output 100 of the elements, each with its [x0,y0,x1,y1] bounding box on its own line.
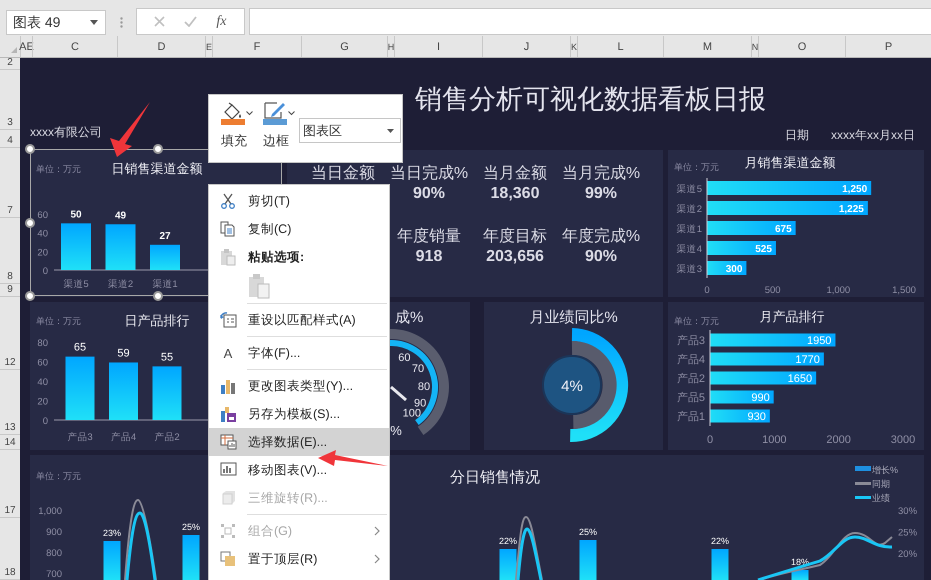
axis-tick-label: 1,000 [826,285,850,296]
formula-input[interactable] [249,8,931,35]
menu-item[interactable]: 剪切(T) [209,187,389,215]
column-header[interactable]: J [482,36,570,57]
category-label: 渠道2 [676,204,702,215]
chart-title: 月销售渠道金额 [744,155,836,170]
category-label: 渠道4 [676,244,702,255]
axis-tick-label: 1,000 [38,506,62,517]
category-label: 产品4 [676,354,705,366]
cancel-icon[interactable] [154,16,166,27]
column-header[interactable]: E [205,36,212,57]
column-header[interactable]: I [394,36,482,57]
copy-icon [220,221,236,237]
unit-label: 单位：万元 [36,164,81,174]
fill-button[interactable]: 填充 [221,101,253,150]
kpi-label: 年度目标 [482,229,548,245]
insert-function-button[interactable]: fx [216,14,226,30]
axis-tick-label: 20% [898,549,918,560]
menu-item[interactable]: 复制(C) [209,215,389,243]
caret-icon [288,110,295,116]
axis-tick-label: 0 [706,434,714,446]
kpi-value: 203,656 [485,248,545,266]
scissors-icon [220,193,236,209]
data-label: 55 [160,351,174,364]
axis-tick-label: 900 [46,527,62,538]
menu-item[interactable]: 置于顶层(R) [209,545,389,573]
menu-item[interactable]: 选择数据(E)... [209,428,389,456]
kpi-label: 年度完成% [560,229,642,245]
more-icon[interactable] [120,17,123,28]
yoy-title: 月业绩同比% [528,308,619,327]
axis-tick-label: 40 [37,377,48,388]
bar [500,549,516,580]
caret-icon [246,110,253,116]
axis-tick-label: 0 [42,266,48,277]
gauge-tick-label: 70 [412,363,424,376]
axis-tick-label: 80 [37,338,48,349]
bar [66,356,94,420]
corner-triangle-icon [11,47,17,53]
bar [707,241,776,255]
axis-tick-label: 1,500 [892,285,916,296]
bar [61,223,91,270]
column-header[interactable]: N [751,36,758,57]
column-header[interactable]: H [387,36,394,57]
category-label: 渠道5 [63,279,89,290]
bar [109,362,138,420]
gauge-tick-label: 80 [418,380,430,393]
name-box[interactable]: 图表 49 [6,10,106,35]
category-label: 产品1 [676,411,705,423]
check-icon[interactable] [184,16,198,27]
legend-label: 业绩 [872,493,890,503]
category-label: 产品3 [67,432,93,443]
data-label: 1,250 [842,184,868,195]
data-label: 300 [726,264,742,275]
column-header[interactable]: K [570,36,577,57]
category-label: 渠道5 [676,184,702,195]
bar [792,570,808,580]
company-name: xxxx有限公司 [30,124,102,141]
axis-tick-label: 2000 [826,434,851,446]
kpi-label: 当月金额 [482,166,548,182]
menu-item[interactable]: 重设以匹配样式(A) [209,306,389,334]
unit-label: 单位：万元 [36,471,81,481]
axis-tick-label: 25% [898,528,918,538]
menu-item[interactable]: A 字体(F)... [209,339,389,367]
axis-tick-label: 0 [704,285,710,296]
date-value: xxxx年xx月xx日 [831,127,915,144]
kpi-value: 918 [414,248,444,266]
column-header[interactable]: D [117,36,205,57]
menu-item[interactable]: 另存为模板(S)... [209,400,389,428]
move-chart-icon [220,462,236,478]
column-header[interactable]: G [301,36,387,57]
category-label: 产品4 [110,432,136,443]
kpi-value: 99% [584,185,618,203]
border-button[interactable]: 边框 [263,101,295,150]
chart-element-dropdown[interactable]: 图表区 [299,118,401,143]
axis-tick-label: 500 [764,285,781,296]
menu-item[interactable]: 更改图表类型(Y)... [209,372,389,400]
column-header[interactable]: L [577,36,663,57]
column-header[interactable]: O [758,36,845,57]
bar [580,540,596,580]
dashboard-title: 销售分析可视化数据看板日报 [415,83,767,116]
column-header[interactable]: C [32,36,117,57]
category-label: 渠道2 [108,279,134,290]
menu-item[interactable]: 移动图表(V)... [209,456,389,484]
column-header[interactable]: F [212,36,301,57]
clipboard-icon [219,248,237,266]
bar-chart-icon [220,378,236,394]
data-label: 22% [499,536,517,546]
category-label: 产品2 [676,373,705,385]
category-label: 产品3 [676,335,705,347]
date-label: 日期 [785,127,809,144]
data-label: 930 [747,411,766,423]
bring-to-front-icon [220,551,236,567]
category-label: 产品2 [154,432,180,443]
data-label: 1950 [806,335,832,347]
bar [707,261,746,275]
column-header[interactable]: P [845,36,931,57]
bar [106,224,136,270]
axis-tick-label: 60 [37,210,48,221]
bar [710,410,770,422]
column-header[interactable]: M [663,36,751,57]
